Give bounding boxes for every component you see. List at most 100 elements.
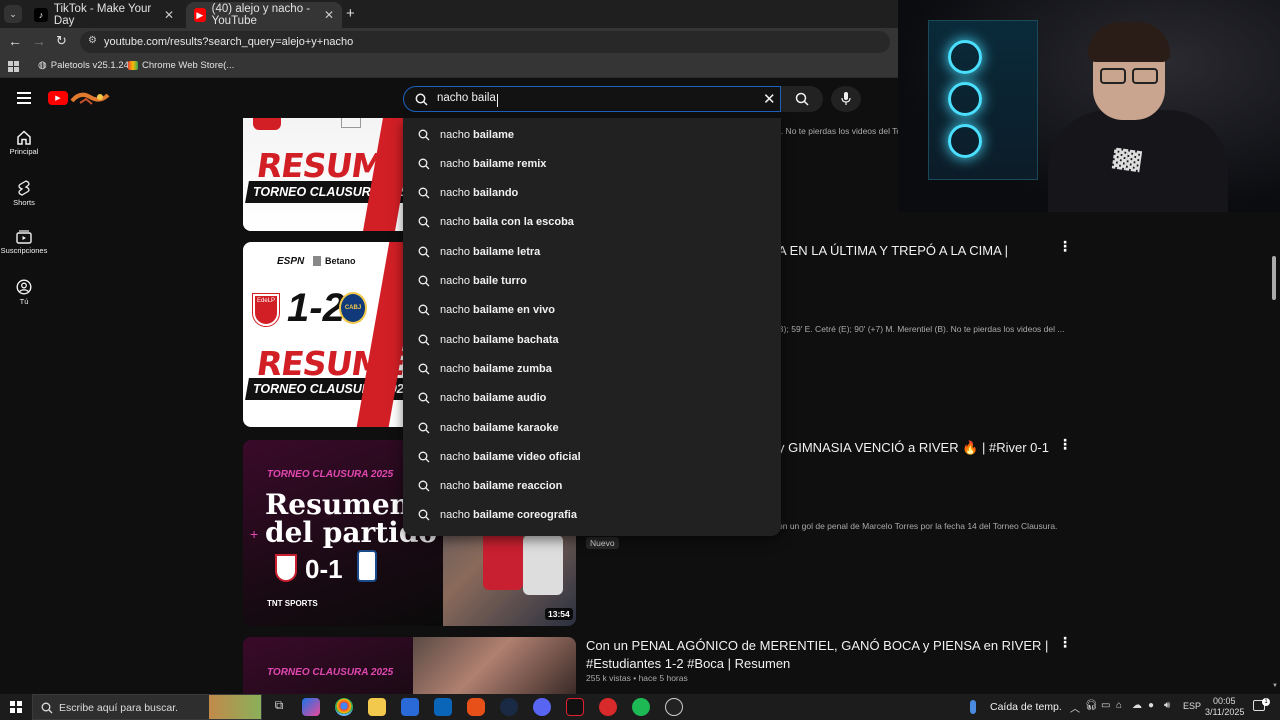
suggestion-text: nacho bailame en vivo [440,304,555,316]
task-view-icon[interactable]: ⧉ [270,698,288,716]
more-options-icon[interactable]: ⋮ [1058,238,1072,255]
video-thumbnail[interactable]: TORNEO CLAUSURA 2025 [243,637,576,694]
new-badge: Nuevo [586,537,619,549]
bookmark-paletools[interactable]: ◍ Paletools v25.1.24 [38,60,129,71]
team-crest-river [275,554,297,582]
video-title-line2[interactable]: #Estudiantes 1-2 #Boca | Resumen [586,655,790,673]
search-suggestion[interactable]: nacho bailame zumba [403,354,781,383]
cloud-icon[interactable]: ☁ [1132,700,1142,711]
discord-icon[interactable] [533,698,551,716]
clock-time[interactable]: 00:05 [1213,696,1236,706]
search-suggestion[interactable]: nacho bailame en vivo [403,296,781,325]
store-icon[interactable] [401,698,419,716]
team-crest-boca: CABJ [339,292,367,324]
taskbar-search-box[interactable]: Escribe aquí para buscar. [32,694,262,720]
site-info-icon[interactable]: ⚙ [88,35,97,46]
microphone-icon[interactable]: ● [1148,700,1154,711]
file-explorer-icon[interactable] [368,698,386,716]
search-suggestion[interactable]: nacho bailame audio [403,384,781,413]
outlook-icon[interactable] [434,698,452,716]
tab-youtube[interactable]: ▶ (40) alejo y nacho - YouTube ✕ [186,2,342,28]
browser-tabstrip: ⌄ ♪ TikTok - Make Your Day ✕ ▶ (40) alej… [0,0,898,28]
tray-chevron-icon[interactable]: ︿ [1070,700,1080,715]
taskbar-search-placeholder: Escribe aquí para buscar. [59,702,179,714]
menu-hamburger-icon[interactable] [17,92,31,104]
capcut-icon[interactable] [566,698,584,716]
suggestion-text: nacho bailame bachata [440,334,559,346]
search-icon [418,275,430,287]
search-suggestion[interactable]: nacho bailame karaoke [403,413,781,442]
windows-start-icon[interactable] [10,701,22,713]
search-suggestion[interactable]: nacho bailame letra [403,237,781,266]
spotify-icon[interactable] [632,698,650,716]
search-icon [415,93,428,106]
search-suggestion[interactable]: nacho bailame video oficial [403,442,781,471]
steam-icon[interactable] [500,698,518,716]
sidebar-item-subscriptions[interactable]: Suscripciones [0,230,48,255]
video-title[interactable]: y GIMNASIA VENCIÓ a RIVER 🔥 | #River 0-1 [778,439,1049,457]
search-query-text: nacho baila [437,92,496,104]
device-icon[interactable]: ⌂ [1116,700,1122,711]
betano-logo: Betano [325,256,356,266]
weather-text[interactable]: Caída de temp. [990,701,1062,713]
more-options-icon[interactable]: ⋮ [1058,436,1072,453]
search-highlight-image [209,695,261,719]
video-title[interactable]: A EN LA ÚLTIMA Y TREPÓ A LA CIMA | [778,242,1008,260]
search-suggestion[interactable]: nacho bailame remix [403,149,781,178]
suggestion-completion: bailame coreografia [473,509,577,522]
doodle-logo-icon[interactable] [70,89,110,107]
clock-date[interactable]: 3/11/2025 [1205,707,1244,717]
more-options-icon[interactable]: ⋮ [1058,634,1072,651]
search-suggestion[interactable]: nacho bailame coreografia [403,501,781,530]
tab-search-button[interactable]: ⌄ [4,5,22,23]
close-icon[interactable]: ✕ [324,8,334,22]
rockstar-icon[interactable] [599,698,617,716]
youtube-icon: ▶ [194,8,206,22]
headset-icon[interactable]: 🎧︎ [1085,700,1098,711]
search-icon [418,480,430,492]
new-tab-button[interactable]: + [346,5,355,22]
search-input[interactable]: nacho baila ✕ [403,86,781,112]
obs-icon[interactable] [665,698,683,716]
search-suggestions-dropdown: nacho bailame nacho bailame remix nacho ba… [403,118,781,536]
suggestion-text: nacho bailame karaoke [440,422,559,434]
back-arrow-icon[interactable]: ← [8,33,22,49]
suggestion-completion: bailame zumba [473,362,552,375]
scrollbar-thumb[interactable] [1272,256,1276,300]
search-suggestion[interactable]: nacho bailame reaccion [403,472,781,501]
search-suggestion[interactable]: nacho baila con la escoba [403,208,781,237]
tab-title: (40) alejo y nacho - YouTube [211,3,311,27]
sidebar-item-tu[interactable]: Tú [0,279,48,306]
search-suggestion[interactable]: nacho baile turro [403,267,781,296]
search-suggestion[interactable]: nacho bailame bachata [403,325,781,354]
scroll-down-arrow-icon[interactable]: ▼ [1272,683,1278,689]
search-suggestion[interactable]: nacho bailando [403,179,781,208]
copilot-icon[interactable] [302,698,320,716]
sidebar-item-shorts[interactable]: Shorts [0,180,48,207]
reload-icon[interactable]: ↻ [56,33,67,49]
search-icon [418,304,430,316]
volume-icon[interactable]: 🔊︎ [1164,700,1170,711]
chrome-icon[interactable] [335,698,353,716]
bookmark-label: Chrome Web Store(... [142,60,235,71]
brave-icon[interactable] [467,698,485,716]
shorts-icon [18,180,30,196]
forward-arrow-icon[interactable]: → [32,33,46,49]
globe-icon: ◍ [38,60,47,71]
address-bar[interactable]: ⚙ youtube.com/results?search_query=alejo… [80,31,890,53]
monitor-icon[interactable]: ▭ [1101,700,1110,711]
glasses [1132,68,1158,84]
bookmark-chrome-web-store[interactable]: Chrome Web Store(... [128,60,234,71]
video-title[interactable]: Con un PENAL AGÓNICO de MERENTIEL, GANÓ … [586,637,1048,655]
suggestion-completion: bailame karaoke [473,421,559,434]
search-suggestion[interactable]: nacho bailame [403,120,781,149]
youtube-logo-icon[interactable]: ▶ [48,91,68,105]
voice-search-button[interactable] [831,86,861,112]
search-button[interactable] [781,86,823,112]
apps-grid-icon[interactable] [8,61,19,72]
close-icon[interactable]: ✕ [164,8,174,22]
sidebar-item-principal[interactable]: Principal [0,130,48,156]
tab-tiktok[interactable]: ♪ TikTok - Make Your Day ✕ [26,2,182,28]
clear-search-icon[interactable]: ✕ [763,90,776,108]
language-indicator[interactable]: ESP [1183,701,1201,711]
